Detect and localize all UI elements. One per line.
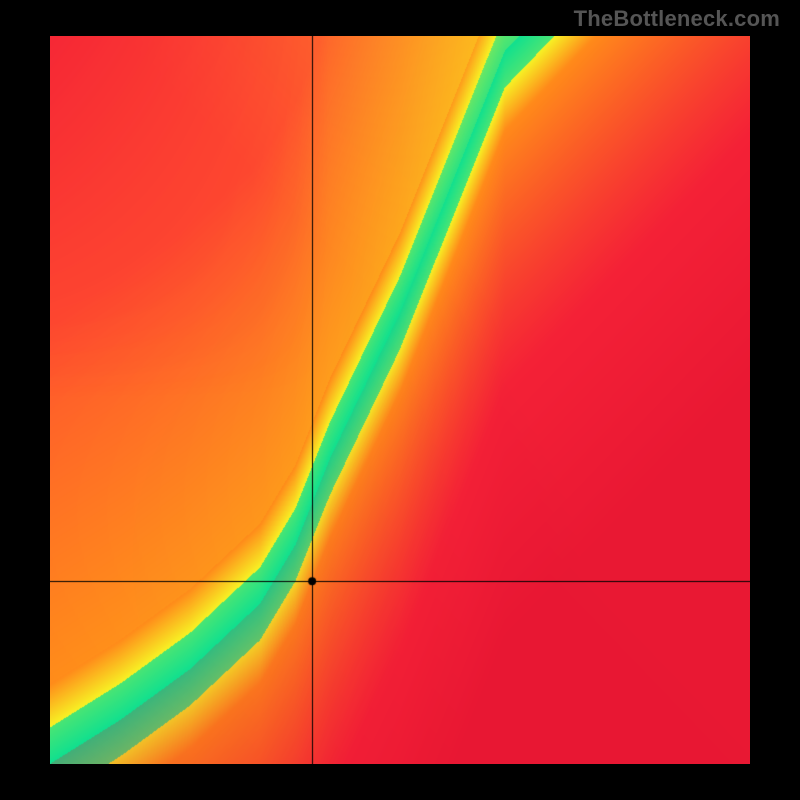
chart-frame: TheBottleneck.com (0, 0, 800, 800)
watermark-text: TheBottleneck.com (574, 6, 780, 32)
heatmap-canvas (50, 36, 750, 764)
